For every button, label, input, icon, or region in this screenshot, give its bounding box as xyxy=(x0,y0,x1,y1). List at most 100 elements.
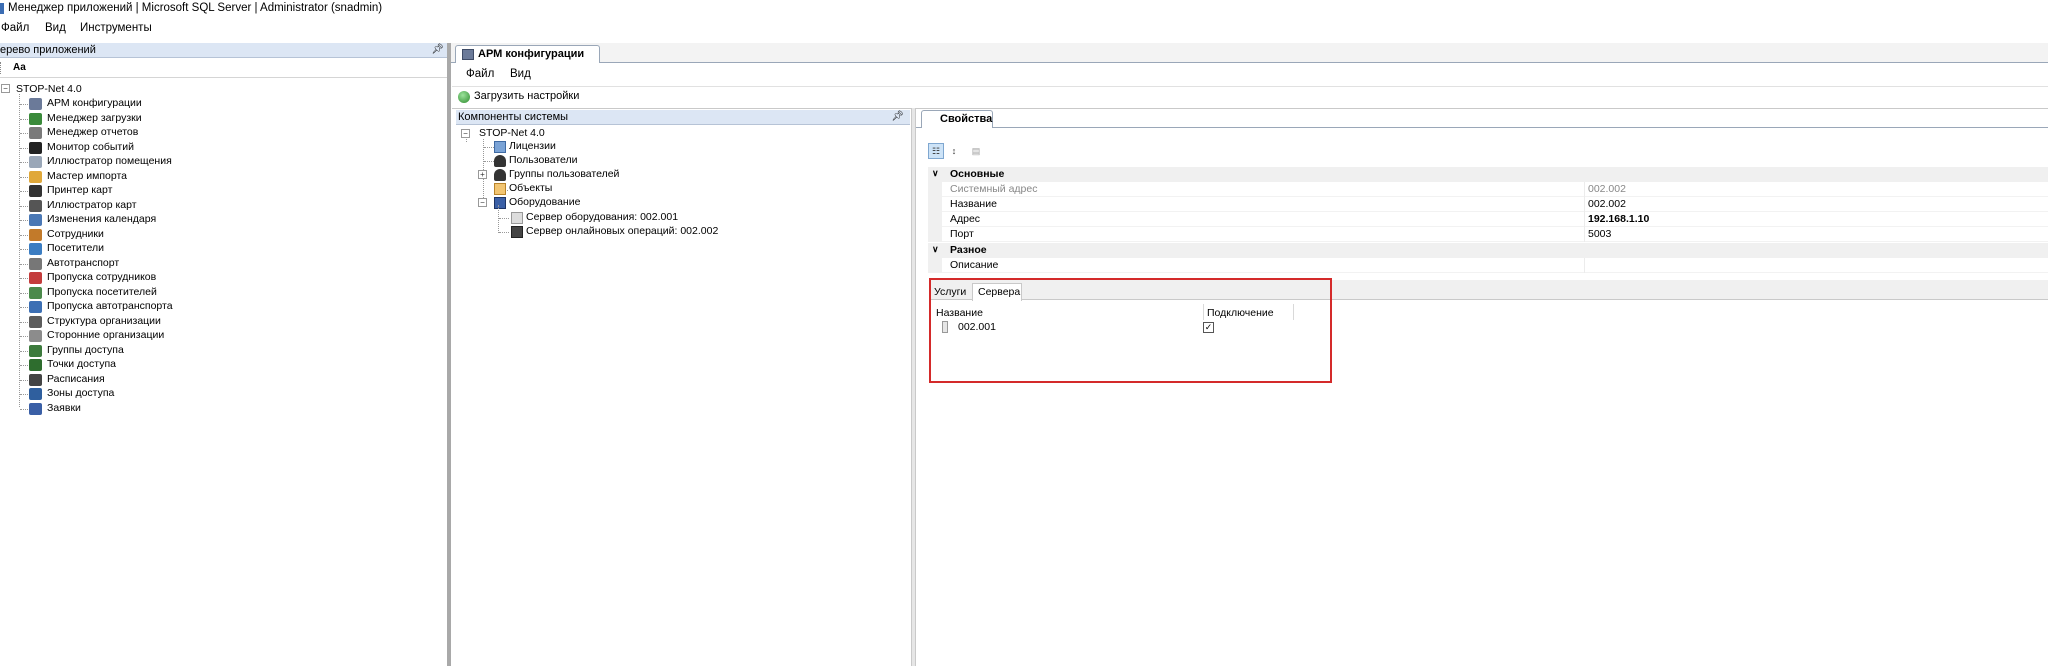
comp-users-label: Пользователи xyxy=(509,154,578,166)
property-pages-icon[interactable]: ▤ xyxy=(968,143,984,159)
tree-guide-line xyxy=(20,133,28,134)
components-title: Компоненты системы xyxy=(458,111,569,123)
equipment-icon xyxy=(494,197,506,209)
divider xyxy=(1584,182,1585,197)
chevron-down-icon[interactable]: ∨ xyxy=(932,244,939,255)
app-item-label: Заявки xyxy=(47,401,81,414)
divider xyxy=(916,127,2048,128)
comp-root-label: STOP-Net 4.0 xyxy=(479,127,545,139)
divider xyxy=(1584,197,1585,212)
main-menubar: Файл Вид Инструменты xyxy=(0,20,2048,38)
tree-guide-line xyxy=(20,176,28,178)
schedule-icon xyxy=(29,373,42,386)
app-item-label: Мастер импорта xyxy=(47,169,127,182)
app-item-label: Пропуска сотрудников xyxy=(47,271,157,283)
prop-row[interactable]: Описание xyxy=(928,258,2048,273)
menu-file[interactable]: Файл xyxy=(1,22,29,34)
pin-icon[interactable]: 📌︎ xyxy=(891,111,904,122)
menu-view[interactable]: Вид xyxy=(45,22,66,34)
chevron-down-icon[interactable]: ∨ xyxy=(932,168,939,179)
car-icon xyxy=(29,257,42,270)
download-icon xyxy=(29,112,42,125)
tree-guide-line xyxy=(499,232,509,233)
category-misc[interactable]: ∨ Разное xyxy=(928,243,2048,258)
user-group-icon xyxy=(494,169,506,181)
tree-guide-line xyxy=(20,292,28,294)
toolbar-grip xyxy=(0,62,3,74)
divider xyxy=(452,108,2048,109)
calendar-icon xyxy=(29,214,42,226)
doc-menu-file[interactable]: Файл xyxy=(466,68,494,80)
app-item-label: Зоны доступа xyxy=(47,387,115,399)
app-item-label: Группы доступа xyxy=(47,343,124,356)
tree-guide-line xyxy=(484,161,494,162)
tree-guide-line xyxy=(20,234,28,236)
tree-guide-line xyxy=(20,118,28,120)
prop-value: 5003 xyxy=(1588,228,1612,240)
category-main[interactable]: ∨ Основные xyxy=(928,167,2048,182)
tree-guide-line xyxy=(20,162,28,163)
tree-guide-line xyxy=(20,147,28,149)
tree-guide-line xyxy=(19,94,20,407)
pin-icon[interactable]: 📌︎ xyxy=(431,44,444,55)
employee-pass-icon xyxy=(29,272,42,284)
prop-row[interactable]: Название 002.002 xyxy=(928,197,2048,212)
prop-row[interactable]: Адрес 192.168.1.10 xyxy=(928,212,2048,227)
components-header: Компоненты системы 📌︎ xyxy=(456,110,910,125)
org-structure-icon xyxy=(29,315,42,328)
tree-guide-line xyxy=(20,263,28,265)
app-item-label: Посетители xyxy=(47,242,104,254)
divider xyxy=(452,86,2048,87)
server-icon xyxy=(511,212,523,224)
collapse-icon[interactable]: − xyxy=(478,198,487,207)
access-point-icon xyxy=(29,359,42,371)
tree-guide-line xyxy=(20,321,28,323)
tree-guide-line xyxy=(484,147,494,148)
tree-guide-line xyxy=(20,394,28,395)
sort-alpha-icon[interactable]: ↕ xyxy=(946,143,962,159)
category-misc-label: Разное xyxy=(950,244,987,256)
globe-icon xyxy=(458,91,470,103)
prop-name: Описание xyxy=(950,259,999,271)
collapse-icon[interactable]: − xyxy=(461,129,470,138)
app-item-label: Менеджер загрузки xyxy=(47,111,142,124)
categorized-icon[interactable]: ☷ xyxy=(928,143,944,159)
tab-properties[interactable]: Свойства xyxy=(921,110,993,128)
tree-guide-line xyxy=(498,205,499,233)
tree-guide-line xyxy=(20,205,28,207)
import-icon xyxy=(29,170,42,183)
app-item-label: Расписания xyxy=(47,372,105,385)
font-size-button[interactable]: Aa xyxy=(13,62,26,73)
app-item-label: Точки доступа xyxy=(47,358,116,370)
tree-guide-line xyxy=(499,218,509,219)
employees-icon xyxy=(29,228,42,241)
comp-objects-label: Объекты xyxy=(509,182,553,194)
menu-tools[interactable]: Инструменты xyxy=(80,22,152,34)
tree-root-label[interactable]: STOP-Net 4.0 xyxy=(16,83,82,95)
tree-guide-line xyxy=(20,220,28,221)
app-icon xyxy=(0,3,4,14)
tree-guide-line xyxy=(20,365,28,366)
tab-config-workstation[interactable]: АРМ конфигурации xyxy=(455,45,600,63)
tree-guide-line xyxy=(20,278,28,279)
app-item-label: АРМ конфигурации xyxy=(47,97,142,109)
prop-row[interactable]: Системный адрес 002.002 xyxy=(928,182,2048,197)
app-item-label: Изменения календаря xyxy=(47,213,157,225)
prop-name: Системный адрес xyxy=(950,183,1038,195)
prop-row[interactable]: Порт 5003 xyxy=(928,227,2048,242)
config-icon xyxy=(462,49,474,60)
access-group-icon xyxy=(29,344,42,357)
app-item-label: Пропуска автотранспорта xyxy=(47,300,173,312)
category-main-label: Основные xyxy=(950,168,1005,180)
prop-value: 192.168.1.10 xyxy=(1588,213,1650,225)
tree-guide-line xyxy=(20,379,28,381)
report-icon xyxy=(29,127,42,139)
app-item-label: Иллюстратор помещения xyxy=(47,155,172,167)
app-tree-header: ерево приложений 📌︎ xyxy=(0,43,450,58)
app-item-label: Автотранспорт xyxy=(47,256,120,269)
collapse-icon[interactable]: − xyxy=(1,84,10,93)
app-tree-toolbar: Aa xyxy=(0,60,450,78)
tree-guide-line xyxy=(20,191,28,192)
expand-icon[interactable]: + xyxy=(478,170,487,179)
doc-menu-view[interactable]: Вид xyxy=(510,68,531,80)
